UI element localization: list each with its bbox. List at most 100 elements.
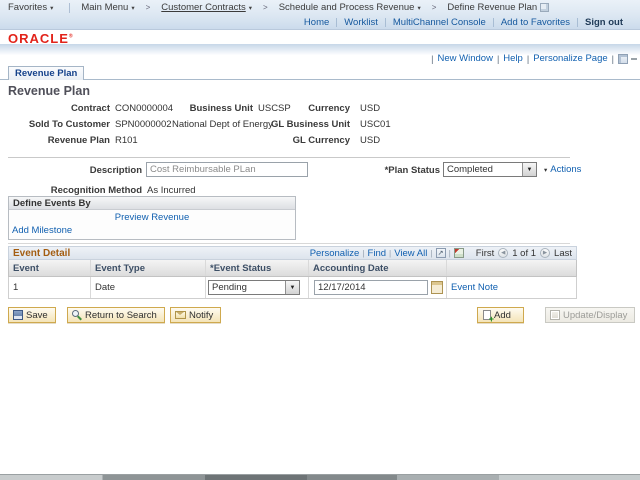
return-to-search-button[interactable]: Return to Search	[67, 307, 165, 323]
separator: |	[496, 53, 500, 64]
description-label: Description	[89, 165, 142, 176]
chevron-down-icon: ▾	[131, 4, 135, 12]
main-menu-label: Main Menu	[81, 2, 129, 13]
breadcrumb-label: Customer Contracts	[161, 2, 246, 13]
help-link[interactable]: Help	[503, 53, 523, 64]
sign-out-link[interactable]: Sign out	[585, 17, 623, 28]
download-grid-icon[interactable]	[453, 248, 464, 258]
save-button[interactable]: Save	[8, 307, 56, 323]
breadcrumb-separator: >	[145, 3, 151, 12]
notify-button[interactable]: Notify	[170, 307, 222, 323]
gl-currency-label: GL Currency	[292, 135, 350, 146]
notify-label: Notify	[189, 309, 214, 321]
chevron-down-icon: ▾	[417, 4, 421, 12]
chevron-down-icon: ▾	[50, 4, 54, 12]
personalize-link[interactable]: Personalize	[310, 248, 360, 259]
table-row: 1 Date Pending ▼ Event Note	[8, 277, 577, 299]
plan-status-select[interactable]: Completed ▼	[443, 162, 537, 177]
add-button[interactable]: Add	[477, 307, 524, 324]
grid-header-row: Event Event Type *Event Status Accountin…	[8, 260, 577, 277]
return-to-search-label: Return to Search	[85, 309, 157, 321]
pager-prev-icon[interactable]: ◀	[498, 248, 509, 258]
breadcrumb-separator: >	[263, 3, 268, 12]
breadcrumb-item-schedule-process-revenue[interactable]: Schedule and Process Revenue ▾	[279, 2, 421, 13]
section-divider	[8, 157, 570, 158]
pager-first-label: First	[475, 247, 495, 259]
event-note-link[interactable]: Event Note	[451, 282, 498, 293]
favorites-label: Favorites	[8, 2, 48, 13]
separator	[492, 17, 494, 27]
description-input[interactable]	[146, 162, 308, 177]
dropdown-arrow-icon[interactable]: ▼	[522, 163, 536, 176]
worklist-link[interactable]: Worklist	[344, 17, 378, 28]
find-link[interactable]: Find	[368, 248, 386, 259]
separator	[336, 17, 338, 27]
update-display-icon	[550, 310, 560, 320]
gl-currency-value: USD	[360, 135, 381, 146]
header-links: Home Worklist MultiChannel Console Add t…	[0, 15, 640, 29]
dropdown-arrow-icon[interactable]: ▼	[285, 281, 299, 294]
multichannel-console-link[interactable]: MultiChannel Console	[393, 17, 486, 28]
plan-status-value: Completed	[447, 164, 493, 175]
save-label: Save	[26, 309, 48, 321]
add-to-favorites-link[interactable]: Add to Favorites	[501, 17, 570, 28]
add-milestone-link[interactable]: Add Milestone	[12, 225, 72, 236]
sold-to-customer-label: Sold To Customer	[28, 119, 110, 130]
update-display-label: Update/Display	[563, 309, 628, 321]
new-window-link[interactable]: New Window	[438, 53, 493, 64]
zoom-grid-icon[interactable]: ↗	[435, 248, 446, 258]
event-status-select[interactable]: Pending ▼	[208, 280, 300, 295]
col-event-status: *Event Status	[206, 260, 309, 276]
calendar-icon[interactable]	[431, 281, 443, 294]
home-link[interactable]: Home	[304, 17, 329, 28]
revenue-plan-value: R101	[115, 135, 138, 146]
actions-menu[interactable]: ▾ Actions	[544, 164, 581, 175]
separator	[384, 17, 386, 27]
breadcrumb-item-define-revenue-plan[interactable]: Define Revenue Plan	[447, 2, 537, 13]
page-title: Revenue Plan	[8, 84, 90, 98]
gl-business-unit-value: USC01	[360, 119, 391, 130]
return-to-search-icon	[72, 310, 82, 320]
personalize-layout-icon[interactable]	[618, 53, 628, 64]
currency-label: Currency	[308, 103, 350, 114]
separator: |	[448, 248, 451, 258]
event-cell: 1	[9, 277, 91, 298]
define-events-by-title: Define Events By	[9, 197, 295, 210]
update-display-button[interactable]: Update/Display	[545, 307, 636, 323]
chevron-down-icon: ▾	[248, 4, 253, 12]
breadcrumb-label: Schedule and Process Revenue	[278, 2, 415, 13]
col-note	[447, 260, 576, 276]
event-detail-grid: Event Detail Personalize | Find | View A…	[8, 246, 577, 299]
define-events-by-box: Define Events By Preview Revenue Add Mil…	[8, 196, 296, 240]
separator: |	[431, 53, 434, 64]
main-menu[interactable]: Main Menu ▾	[81, 2, 134, 13]
separator	[69, 2, 71, 13]
personalize-page-link[interactable]: Personalize Page	[533, 53, 607, 64]
section-divider	[8, 243, 570, 244]
preview-revenue-link[interactable]: Preview Revenue	[115, 212, 189, 223]
page-search-icon[interactable]	[540, 3, 550, 12]
dash-icon	[631, 57, 637, 60]
prev-arrow: ◀	[501, 250, 506, 256]
favorites-menu[interactable]: Favorites ▾	[8, 2, 53, 13]
breadcrumb: Favorites ▾ Main Menu ▾ > Customer Contr…	[0, 0, 640, 15]
tab-revenue-plan[interactable]: Revenue Plan	[8, 66, 85, 80]
grid-toolbar: Personalize | Find | View All | ↗ | Firs…	[310, 248, 576, 259]
add-icon	[483, 310, 494, 324]
separator: |	[362, 248, 365, 258]
col-event-type: Event Type	[91, 260, 206, 276]
view-all-link[interactable]: View All	[394, 248, 427, 259]
tab-label: Revenue Plan	[15, 68, 78, 79]
breadcrumb-label: Define Revenue Plan	[447, 2, 538, 13]
sold-to-customer-value: SPN0000002	[115, 119, 172, 130]
pager-next-icon[interactable]: ▶	[540, 248, 551, 258]
accounting-date-input[interactable]	[314, 280, 428, 295]
breadcrumb-separator: >	[431, 3, 437, 12]
revenue-plan-page: Favorites ▾ Main Menu ▾ > Customer Contr…	[0, 0, 640, 480]
col-event: Event	[9, 260, 91, 276]
breadcrumb-item-customer-contracts[interactable]: Customer Contracts ▾	[161, 2, 252, 13]
separator: |	[389, 248, 392, 258]
actions-link[interactable]: Actions	[550, 164, 581, 175]
bottom-bar	[0, 474, 640, 480]
gl-business-unit-label: GL Business Unit	[270, 119, 350, 130]
